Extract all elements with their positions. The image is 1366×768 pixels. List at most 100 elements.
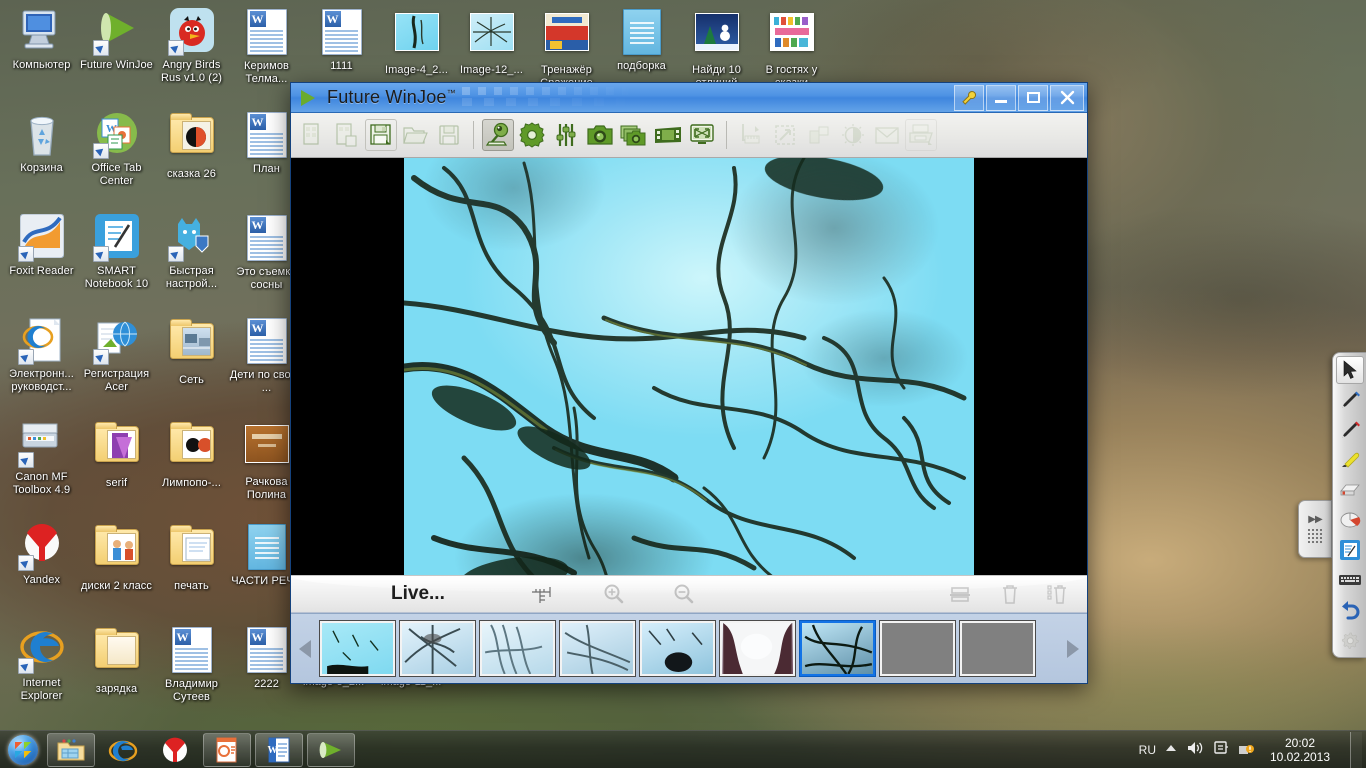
volume-button[interactable]	[1186, 740, 1204, 759]
thumbnail-item[interactable]	[639, 620, 716, 677]
desktop-icon-14[interactable]: сказка 26	[154, 111, 229, 181]
start-button[interactable]	[3, 732, 43, 768]
application-toolbar[interactable]	[291, 113, 1087, 158]
image-canvas[interactable]	[291, 158, 1087, 575]
thumbnail-item[interactable]	[799, 620, 876, 677]
pen-tool[interactable]	[1336, 386, 1364, 414]
pen-tool-red[interactable]	[1336, 416, 1364, 444]
delete-image-button[interactable]	[993, 579, 1027, 609]
zoom-in-button[interactable]	[597, 579, 631, 609]
settings-wrench-button[interactable]	[954, 84, 984, 111]
taskbar-word[interactable]: W	[255, 732, 303, 767]
show-desktop-button[interactable]	[1350, 731, 1362, 768]
thumbnail-strip[interactable]	[291, 613, 1087, 683]
smart-toolbar-collapse-handle[interactable]: ▶▶	[1298, 500, 1332, 558]
window-title-bar[interactable]: Future WinJoe™	[291, 82, 1087, 113]
toolbar-fullscreen-button[interactable]	[686, 119, 718, 151]
desktop-icon-16[interactable]: Foxit Reader	[4, 213, 79, 278]
keyboard-tool[interactable]	[1336, 566, 1364, 594]
desktop-icon-30[interactable]: печать	[154, 523, 229, 593]
taskbar-explorer[interactable]	[47, 732, 95, 767]
desktop-icon-5[interactable]: 1111	[304, 8, 379, 73]
desktop-icon-label: печать	[174, 580, 209, 592]
desktop-icon-1[interactable]: Компьютер	[4, 8, 79, 72]
desktop-icon-3[interactable]: Angry Birds Rus v1.0 (2)	[154, 8, 229, 84]
maximize-button[interactable]	[1018, 84, 1048, 111]
taskbar-powerpoint[interactable]	[203, 732, 251, 767]
live-microscope-image	[404, 158, 974, 575]
thumbnail-item[interactable]	[319, 620, 396, 677]
desktop-icon-13[interactable]: W Office Tab Center	[79, 111, 154, 187]
toolbar-adjustments-button[interactable]	[550, 119, 582, 151]
toolbar-burst-capture-button[interactable]	[618, 119, 650, 151]
desktop-icon-33[interactable]: зарядка	[79, 626, 154, 696]
desktop-icon-21[interactable]: Регистрация Acer	[79, 317, 154, 393]
thumbnail-item[interactable]	[399, 620, 476, 677]
desktop-icon-12[interactable]: Корзина	[4, 111, 79, 175]
desktop-icon-8[interactable]: Тренажёр Сражение	[529, 8, 604, 89]
toolbar-record-video-button[interactable]	[652, 119, 684, 151]
thumbnail-item[interactable]	[959, 620, 1036, 677]
desktop-icon-6[interactable]: Image-4_2...	[379, 8, 454, 77]
taskbar-future-winjoe[interactable]	[307, 732, 355, 767]
toolbar-live-preview-button[interactable]	[482, 119, 514, 151]
viewer-control-bar[interactable]: Live...	[291, 575, 1087, 613]
desktop-icon-29[interactable]: диски 2 класс	[79, 523, 154, 593]
network-button[interactable]	[1213, 740, 1229, 759]
thumbnail-item[interactable]	[719, 620, 796, 677]
compare-view-button[interactable]	[943, 579, 977, 609]
select-pointer-tool[interactable]	[1335, 356, 1364, 384]
desktop-icon-25[interactable]: serif	[79, 420, 154, 490]
future-winjoe-window[interactable]: Future WinJoe™ Live...	[290, 82, 1088, 684]
toolbar-print-button	[905, 119, 937, 151]
highlighter-tool[interactable]	[1336, 446, 1364, 474]
language-indicator[interactable]: RU	[1139, 743, 1156, 757]
toolbar-capture-photo-button[interactable]	[584, 119, 616, 151]
toolbar-measure-button	[735, 119, 767, 151]
blue-document-icon	[247, 524, 286, 570]
zoom-out-button[interactable]	[667, 579, 701, 609]
notebook-tool[interactable]	[1336, 536, 1364, 564]
eraser-tool[interactable]	[1336, 476, 1364, 504]
minimize-button[interactable]	[986, 84, 1016, 111]
thumbnail-scroll-right[interactable]	[1061, 615, 1085, 683]
desktop[interactable]: image-5_2... image-11_... КомпьютерFutur…	[0, 0, 1366, 768]
windows-taskbar[interactable]: W RU 20:02 10.02.2013	[0, 730, 1366, 768]
desktop-icon-17[interactable]: SMART Notebook 10	[79, 214, 154, 290]
thumbnail-item[interactable]	[559, 620, 636, 677]
calibrate-ruler-button[interactable]	[525, 579, 559, 609]
thumbnail-scroll-left[interactable]	[293, 615, 317, 683]
desktop-icon-22[interactable]: Сеть	[154, 317, 229, 387]
show-hidden-icons-button[interactable]	[1165, 743, 1177, 756]
desktop-icon-34[interactable]: Владимир Сутеев	[154, 626, 229, 703]
action-center-button[interactable]	[1238, 740, 1254, 759]
desktop-icon-32[interactable]: Internet Explorer	[4, 626, 79, 702]
settings-tool[interactable]	[1336, 626, 1364, 654]
desktop-icon-11[interactable]: В гостях у сказки	[754, 8, 829, 89]
desktop-icon-4[interactable]: Керимов Телма...	[229, 8, 304, 85]
desktop-icon-26[interactable]: Лимпопо-...	[154, 420, 229, 490]
desktop-icon-9[interactable]: подборка	[604, 8, 679, 73]
delete-all-images-button[interactable]	[1041, 579, 1075, 609]
close-button[interactable]	[1050, 84, 1084, 111]
toolbar-settings-button[interactable]	[516, 119, 548, 151]
thumbnail-item[interactable]	[879, 620, 956, 677]
taskbar-yandex-browser[interactable]	[151, 733, 199, 767]
clock[interactable]: 20:02 10.02.2013	[1263, 736, 1337, 764]
desktop-icon-28[interactable]: Yandex	[4, 523, 79, 587]
desktop-icon-20[interactable]: Электронн... руководст...	[4, 317, 79, 393]
split-view-icon	[950, 587, 970, 602]
desktop-icon-24[interactable]: Canon MF Toolbox 4.9	[4, 420, 79, 496]
thumbnail-item[interactable]	[479, 620, 556, 677]
desktop-icon-7[interactable]: Image-12_...	[454, 8, 529, 77]
crop-arrow-icon	[773, 123, 797, 147]
mouse-tool[interactable]	[1336, 506, 1364, 534]
taskbar-internet-explorer[interactable]	[99, 733, 147, 767]
smart-floating-toolbar[interactable]	[1332, 352, 1366, 658]
undo-tool[interactable]	[1336, 596, 1364, 624]
desktop-icon-2[interactable]: Future WinJoe	[79, 8, 154, 72]
desktop-icon-10[interactable]: Найди 10 отличий	[679, 8, 754, 89]
toolbar-save-document-button[interactable]	[365, 119, 397, 151]
system-tray[interactable]: RU 20:02 10.02.2013	[1139, 731, 1366, 768]
desktop-icon-18[interactable]: Быстрая настрой...	[154, 214, 229, 290]
